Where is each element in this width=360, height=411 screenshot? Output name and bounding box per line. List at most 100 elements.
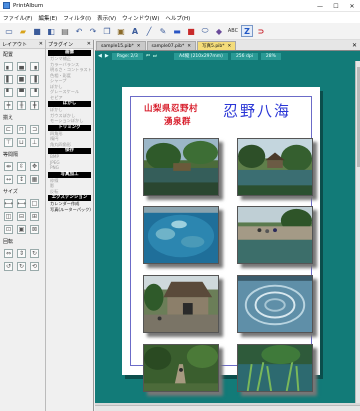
center-both-icon[interactable]: ╋ (30, 101, 39, 110)
magnet-icon[interactable]: ⊃ (255, 25, 267, 37)
photo-path-trees[interactable] (143, 344, 219, 392)
dpi-value[interactable]: 256 dpi (230, 52, 258, 60)
rotate-free-icon[interactable]: ⟲ (30, 262, 39, 271)
align-bottom-center-icon[interactable]: ▀ (17, 88, 26, 97)
reset-size-icon[interactable]: ⊠ (30, 225, 39, 234)
redo-icon[interactable]: ↷ (87, 25, 99, 37)
menu-edit[interactable]: 編集(E) (35, 14, 60, 22)
same-width-icon[interactable]: ⟷ (4, 199, 13, 208)
align-bottom-left-icon[interactable]: ▘ (4, 88, 13, 97)
line-tool-icon[interactable]: ╱ (143, 25, 155, 37)
align-top-icon[interactable]: ⊤ (4, 138, 13, 147)
plugin-item[interactable]: 反転 (46, 189, 93, 195)
z-order-button[interactable]: Z (241, 25, 253, 37)
last-page-icon[interactable]: ⏭ (153, 53, 157, 59)
photo-thatched-house[interactable] (143, 275, 219, 333)
tab-close-icon[interactable]: ✕ (228, 44, 232, 49)
save-as-icon[interactable]: ◧ (45, 25, 57, 37)
plugin-panel-close-icon[interactable]: ✕ (87, 41, 91, 47)
photo-pond-trees[interactable] (143, 138, 219, 196)
flip-h-icon[interactable]: ⇔ (4, 249, 13, 258)
align-right-icon[interactable]: ⊐ (30, 125, 39, 134)
vertical-scrollbar[interactable] (355, 61, 360, 403)
horizontal-scrollbar[interactable] (95, 405, 360, 411)
text-tool-icon[interactable]: A (129, 25, 141, 37)
tab-sample15[interactable]: sample15.pib* ✕ (96, 41, 146, 50)
fit-page-icon[interactable]: ⊞ (30, 212, 39, 221)
menu-filter[interactable]: フィルタ(I) (60, 14, 94, 22)
space-grid-icon[interactable]: ▦ (30, 175, 39, 184)
photo-water-plants[interactable] (237, 344, 313, 392)
plugin-item[interactable]: モーションぼかし (46, 118, 93, 124)
align-middle-left-icon[interactable]: ▌ (4, 75, 13, 84)
align-hcenter-icon[interactable]: ⊓ (17, 125, 26, 134)
space-v-icon[interactable]: ↕ (17, 175, 26, 184)
album-page[interactable]: 山梨県忍野村 湧泉群 忍野八海 (122, 87, 320, 392)
tab-sample07[interactable]: sample07.pib* ✕ (146, 41, 197, 50)
minimize-button[interactable]: — (312, 0, 328, 12)
align-center-icon[interactable]: ■ (17, 75, 26, 84)
next-page-icon[interactable]: ▶ (105, 53, 109, 59)
center-horizontal-icon[interactable]: ╪ (4, 101, 13, 110)
flip-v-icon[interactable]: ⇕ (17, 249, 26, 258)
distribute-both-icon[interactable]: ✥ (30, 162, 39, 171)
align-middle-right-icon[interactable]: ▐ (30, 75, 39, 84)
copy-icon[interactable]: ❐ (101, 25, 113, 37)
align-vcenter-icon[interactable]: ⊔ (17, 138, 26, 147)
plugin-item[interactable]: 明るさ・コントラスト (46, 67, 93, 73)
same-size-icon[interactable]: □ (30, 199, 39, 208)
align-top-left-icon[interactable]: ▖ (4, 62, 13, 71)
new-file-icon[interactable]: ▭ (3, 25, 15, 37)
tab-photo5[interactable]: 写真5.pib* ✕ (197, 41, 237, 50)
shrink-icon[interactable]: ⊡ (4, 225, 13, 234)
plugin-item[interactable]: 角丸四角形 (46, 142, 93, 148)
align-top-right-icon[interactable]: ▗ (30, 62, 39, 71)
fit-width-icon[interactable]: ◫ (4, 212, 13, 221)
close-button[interactable]: ✕ (344, 0, 360, 12)
close-all-tabs-icon[interactable]: ✕ (352, 42, 357, 49)
photo-ripple-water[interactable] (237, 275, 313, 333)
shape-tool-icon[interactable]: ■ (185, 25, 197, 37)
plugin-item[interactable]: セピア (46, 95, 93, 101)
rect-tool-icon[interactable]: ▬ (171, 25, 183, 37)
zoom-value[interactable]: 28% (260, 52, 281, 60)
menu-view[interactable]: 表示(V) (94, 14, 119, 22)
distribute-v-icon[interactable]: ⇳ (17, 162, 26, 171)
prev-page-icon[interactable]: ◀ (98, 53, 102, 59)
menu-window[interactable]: ウィンドウ(W) (119, 14, 162, 22)
rotate-left-icon[interactable]: ↺ (4, 262, 13, 271)
open-folder-icon[interactable]: ▰ (17, 25, 29, 37)
abc-tool-icon[interactable]: ABC (227, 25, 239, 37)
pen-tool-icon[interactable]: ✎ (157, 25, 169, 37)
title-location[interactable]: 山梨県忍野村 (144, 102, 198, 114)
center-vertical-icon[interactable]: ╫ (17, 101, 26, 110)
align-bottom-right-icon[interactable]: ▝ (30, 88, 39, 97)
photo-visitors-pond[interactable] (237, 206, 313, 264)
title-subtitle[interactable]: 湧泉群 (164, 115, 191, 127)
undo-icon[interactable]: ↶ (73, 25, 85, 37)
photo-clear-water[interactable] (143, 206, 219, 264)
photo-gazebo-pond[interactable] (237, 138, 313, 196)
same-height-icon[interactable]: ⟷ (17, 199, 26, 208)
plugin-item[interactable]: 写真(ルーターパック) (46, 207, 93, 213)
grow-icon[interactable]: ▣ (17, 225, 26, 234)
first-page-icon[interactable]: ⏮ (146, 53, 150, 59)
effect-tool-icon[interactable]: ◆ (213, 25, 225, 37)
tab-close-icon[interactable]: ✕ (137, 44, 141, 49)
ellipse-tool-icon[interactable]: ⬭ (199, 25, 211, 37)
space-h-icon[interactable]: ↔ (4, 175, 13, 184)
fit-height-icon[interactable]: ⊟ (17, 212, 26, 221)
plugin-item[interactable]: PNG (46, 165, 93, 171)
align-top-center-icon[interactable]: ▄ (17, 62, 26, 71)
align-left-icon[interactable]: ⊏ (4, 125, 13, 134)
menu-file[interactable]: ファイル(F) (0, 14, 35, 22)
distribute-h-icon[interactable]: ⇹ (4, 162, 13, 171)
align-bottom-icon[interactable]: ⊥ (30, 138, 39, 147)
print-icon[interactable]: ▤ (59, 25, 71, 37)
menu-help[interactable]: ヘルプ(H) (162, 14, 193, 22)
canvas[interactable]: 山梨県忍野村 湧泉群 忍野八海 (95, 61, 355, 403)
maximize-button[interactable]: ☐ (328, 0, 344, 12)
tab-close-icon[interactable]: ✕ (187, 44, 191, 49)
save-icon[interactable]: ■ (31, 25, 43, 37)
rotate-180-icon[interactable]: ↻ (30, 249, 39, 258)
